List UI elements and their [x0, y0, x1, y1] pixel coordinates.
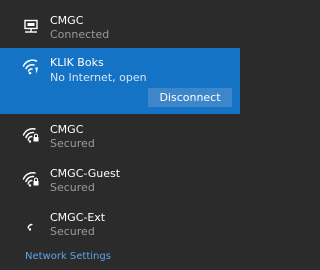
network-name: CMGC-Guest	[50, 167, 121, 180]
network-status: Secured	[50, 181, 95, 194]
network-status: Secured	[50, 225, 95, 238]
ethernet-icon	[22, 19, 40, 35]
network-settings-link[interactable]: Network Settings	[25, 250, 111, 263]
network-name: CMGC	[50, 14, 84, 27]
disconnect-button[interactable]: Disconnect	[148, 88, 232, 107]
wifi-unsecured-icon	[22, 59, 40, 75]
wifi-secured-icon	[22, 171, 40, 187]
network-status: Connected	[50, 28, 110, 41]
network-status: No Internet, open	[50, 71, 147, 84]
network-name: CMGC	[50, 123, 84, 136]
network-flyout: CMGC Connected KLIK Boks No Internet, op…	[0, 0, 240, 270]
network-name: CMGC-Ext	[50, 211, 106, 224]
wifi-secured-icon	[22, 127, 40, 143]
network-item-cmgc-wired[interactable]: CMGC Connected	[0, 0, 240, 44]
network-item-cmgc[interactable]: CMGC Secured	[0, 118, 240, 162]
network-status: Secured	[50, 137, 95, 150]
network-item-cmgc-guest[interactable]: CMGC-Guest Secured	[0, 162, 240, 206]
network-name: KLIK Boks	[50, 56, 104, 69]
wifi-weak-secured-icon	[22, 215, 40, 231]
network-item-cmgc-ext[interactable]: CMGC-Ext Secured	[0, 206, 240, 246]
